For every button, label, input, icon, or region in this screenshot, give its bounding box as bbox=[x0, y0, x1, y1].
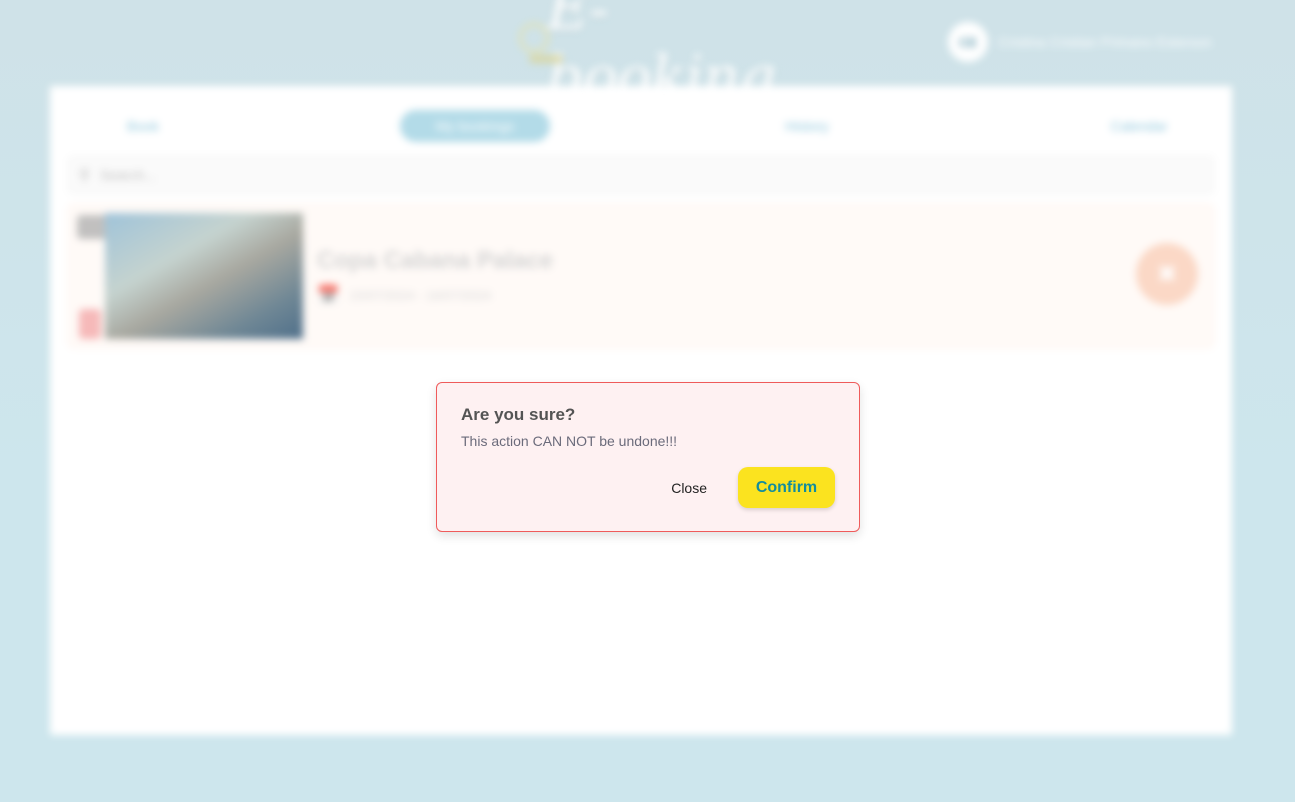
avatar[interactable]: CE bbox=[948, 22, 988, 62]
calendar-icon: 📅 bbox=[317, 285, 340, 305]
booking-dates-text: 15/07/2024 - 16/07/2024 bbox=[349, 288, 492, 303]
dialog-title: Are you sure? bbox=[461, 405, 576, 424]
hotel-name: Copa Cabana Palace bbox=[317, 247, 554, 274]
hotel-photo bbox=[105, 213, 303, 339]
user-menu[interactable]: CE Cristina Cristian Primano Esterson bbox=[948, 22, 1212, 62]
top-bar: E-booking CE Cristina Cristian Primano E… bbox=[0, 0, 1295, 111]
tab-calendar[interactable]: Calendar bbox=[1064, 110, 1214, 142]
search-placeholder: Search... bbox=[100, 167, 157, 183]
delete-icon[interactable] bbox=[79, 309, 101, 339]
close-button[interactable]: Close bbox=[671, 480, 707, 496]
search-icon: ⚲ bbox=[79, 167, 90, 184]
search-input[interactable]: ⚲ Search... bbox=[68, 156, 1214, 194]
app-logo[interactable]: E-booking bbox=[515, 0, 776, 111]
confirm-button[interactable]: Confirm bbox=[738, 467, 835, 508]
booking-card[interactable]: Copa Cabana Palace 📅 15/07/2024 - 16/07/… bbox=[68, 204, 1214, 348]
booking-dates: 📅 15/07/2024 - 16/07/2024 bbox=[317, 285, 491, 306]
dialog-message: This action CAN NOT be undone!!! bbox=[461, 433, 678, 449]
user-name: Cristina Cristian Primano Esterson bbox=[998, 34, 1212, 50]
cancel-booking-icon[interactable]: ✖ bbox=[1136, 243, 1198, 305]
tab-history[interactable]: History bbox=[732, 110, 882, 142]
beach-umbrella-icon bbox=[515, 17, 563, 69]
confirm-dialog: Are you sure? This action CAN NOT be und… bbox=[436, 382, 860, 532]
dialog-actions: Close Confirm bbox=[671, 467, 835, 508]
tab-book[interactable]: Book bbox=[68, 110, 218, 142]
tab-my-bookings[interactable]: My bookings bbox=[400, 110, 550, 142]
tab-bar: Book My bookings History Calendar bbox=[68, 108, 1214, 144]
